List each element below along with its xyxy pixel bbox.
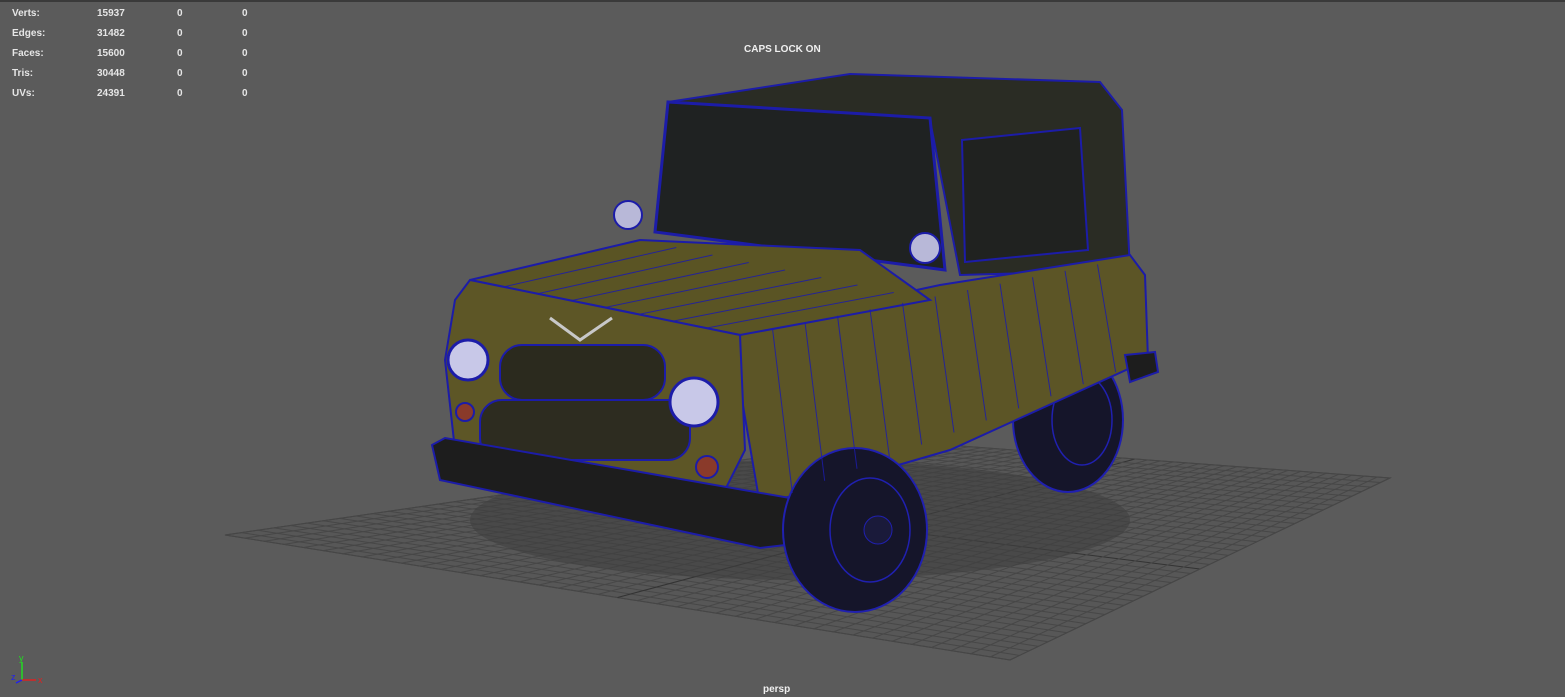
axis-y-label: y xyxy=(19,653,24,663)
axis-x-label: x xyxy=(38,675,43,685)
hud-row-edges: Edges: 31482 0 0 xyxy=(12,23,272,43)
hud-selected: 0 xyxy=(177,27,183,39)
hud-selected: 0 xyxy=(177,87,183,99)
camera-name-label: persp xyxy=(763,684,791,695)
hud-total: 24391 xyxy=(97,87,125,99)
front-wheel xyxy=(782,447,928,613)
hud-label: Verts: xyxy=(12,7,40,19)
poly-count-hud: Verts: 15937 0 0 Edges: 31482 0 0 Faces: 15600 0… xyxy=(12,3,272,103)
hud-label: Tris: xyxy=(12,67,34,79)
hud-total: 30448 xyxy=(97,67,125,79)
hud-row-tris: Tris: 30448 0 0 xyxy=(12,63,272,83)
hud-row-verts: Verts: 15937 0 0 xyxy=(12,3,272,23)
headlight-left xyxy=(446,338,490,382)
hud-selected2: 0 xyxy=(242,7,248,19)
hud-label: Edges: xyxy=(12,27,46,39)
caps-lock-indicator: CAPS LOCK ON xyxy=(744,44,821,55)
axis-gizmo-icon: y x z xyxy=(11,653,43,685)
hud-label: Faces: xyxy=(12,47,44,59)
hud-row-faces: Faces: 15600 0 0 xyxy=(12,43,272,63)
hud-total: 15600 xyxy=(97,47,125,59)
hud-selected: 0 xyxy=(177,67,183,79)
hud-selected: 0 xyxy=(177,47,183,59)
hud-selected2: 0 xyxy=(242,67,248,79)
hud-row-uvs: UVs: 24391 0 0 xyxy=(12,83,272,103)
hud-total: 31482 xyxy=(97,27,125,39)
hud-total: 15937 xyxy=(97,7,125,19)
vehicle-model[interactable] xyxy=(430,72,1160,613)
viewport-canvas[interactable] xyxy=(0,0,1565,697)
hud-selected: 0 xyxy=(177,7,183,19)
hud-selected2: 0 xyxy=(242,87,248,99)
headlight-right xyxy=(668,376,720,428)
hud-selected2: 0 xyxy=(242,47,248,59)
hud-selected2: 0 xyxy=(242,27,248,39)
hud-label: UVs: xyxy=(12,87,35,99)
axis-z-label: z xyxy=(11,672,16,682)
